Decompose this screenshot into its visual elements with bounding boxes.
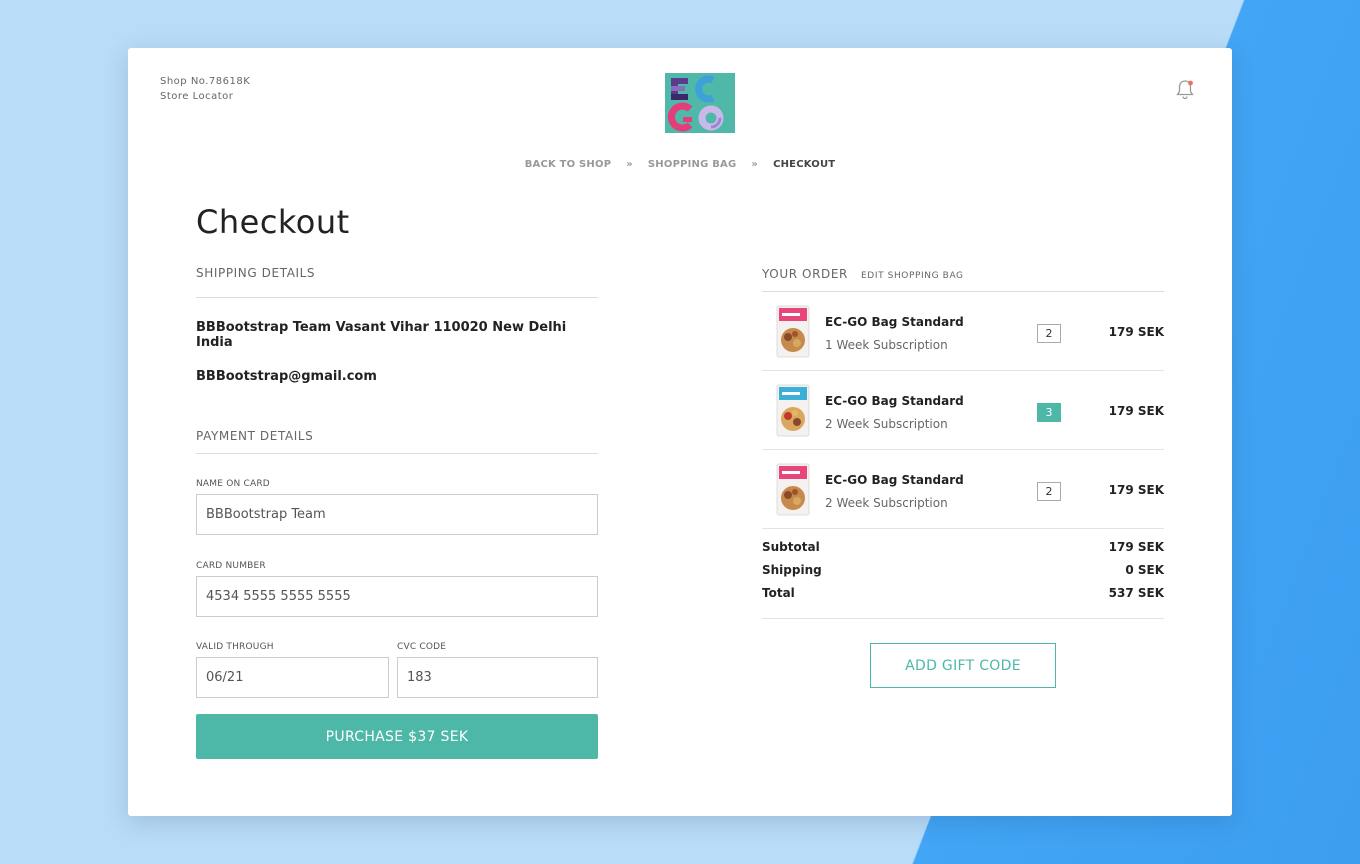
item-price: 179 SEK	[1108, 483, 1164, 497]
product-thumbnail	[776, 463, 810, 516]
ecgo-logo[interactable]	[665, 73, 735, 133]
valid-through-group: VALID THROUGH	[196, 642, 389, 698]
breadcrumb-checkout: CHECKOUT	[773, 159, 836, 170]
item-name: EC-GO Bag Standard	[825, 394, 964, 408]
item-name: EC-GO Bag Standard	[825, 473, 964, 487]
name-on-card-input[interactable]	[196, 494, 598, 535]
order-item: EC-GO Bag Standard 2 Week Subscription 2…	[762, 450, 1164, 529]
shipping-value: 0 SEK	[1125, 562, 1164, 577]
cvc-code-input[interactable]	[397, 657, 598, 698]
bell-icon[interactable]	[1174, 78, 1196, 100]
breadcrumb: BACK TO SHOP » SHOPPING BAG » CHECKOUT	[128, 159, 1232, 170]
cvc-group: CVC CODE	[397, 642, 598, 698]
subtotal-value: 179 SEK	[1108, 539, 1164, 554]
subtotal-row: Subtotal 179 SEK	[762, 535, 1164, 558]
quantity-box[interactable]: 2	[1037, 324, 1061, 343]
divider	[196, 453, 598, 454]
checkout-form: SHIPPING DETAILS BBBootstrap Team Vasant…	[196, 266, 598, 759]
page-title: Checkout	[196, 203, 350, 241]
subtotal-label: Subtotal	[762, 539, 820, 554]
shipping-row: Shipping 0 SEK	[762, 558, 1164, 581]
shipping-details-heading: SHIPPING DETAILS	[196, 266, 316, 280]
breadcrumb-separator: »	[626, 159, 633, 170]
item-name: EC-GO Bag Standard	[825, 315, 964, 329]
quantity-box[interactable]: 2	[1037, 482, 1061, 501]
cvc-code-label: CVC CODE	[397, 642, 447, 652]
divider	[196, 297, 598, 298]
valid-through-label: VALID THROUGH	[196, 642, 274, 652]
product-thumbnail	[776, 384, 810, 437]
total-label: Total	[762, 585, 795, 600]
your-order-heading: YOUR ORDER	[762, 267, 848, 281]
item-price: 179 SEK	[1108, 404, 1164, 418]
item-subscription: 1 Week Subscription	[825, 338, 948, 352]
card-number-label: CARD NUMBER	[196, 561, 266, 571]
item-subscription: 2 Week Subscription	[825, 417, 948, 431]
add-gift-code-button[interactable]: ADD GIFT CODE	[870, 643, 1056, 688]
shipping-address: BBBootstrap Team Vasant Vihar 110020 New…	[196, 320, 567, 350]
order-item: EC-GO Bag Standard 1 Week Subscription 2…	[762, 292, 1164, 371]
total-value: 537 SEK	[1108, 585, 1164, 600]
total-row: Total 537 SEK	[762, 581, 1164, 604]
card-number-input[interactable]	[196, 576, 598, 617]
expiry-cvc-row: VALID THROUGH CVC CODE	[196, 642, 598, 698]
shop-info: Shop No.78618K Store Locator	[160, 74, 250, 104]
purchase-button[interactable]: PURCHASE $37 SEK	[196, 714, 598, 759]
order-item: EC-GO Bag Standard 2 Week Subscription 3…	[762, 371, 1164, 450]
edit-shopping-bag-link[interactable]: EDIT SHOPPING BAG	[861, 271, 964, 281]
checkout-card: Shop No.78618K Store Locator BACK TO SHO…	[128, 48, 1232, 816]
valid-through-input[interactable]	[196, 657, 389, 698]
item-subscription: 2 Week Subscription	[825, 496, 948, 510]
shop-number: Shop No.78618K	[160, 76, 251, 87]
breadcrumb-back-to-shop[interactable]: BACK TO SHOP	[525, 159, 612, 170]
order-totals: Subtotal 179 SEK Shipping 0 SEK Total 53…	[762, 529, 1164, 619]
breadcrumb-shopping-bag[interactable]: SHOPPING BAG	[648, 159, 736, 170]
item-price: 179 SEK	[1108, 325, 1164, 339]
payment-details-heading: PAYMENT DETAILS	[196, 429, 314, 443]
order-items: EC-GO Bag Standard 1 Week Subscription 2…	[762, 292, 1164, 529]
order-summary: YOUR ORDER EDIT SHOPPING BAG EC-GO Bag S…	[762, 266, 1164, 688]
quantity-box[interactable]: 3	[1037, 403, 1061, 422]
shipping-label: Shipping	[762, 562, 822, 577]
product-thumbnail	[776, 305, 810, 358]
shipping-email: BBBootstrap@gmail.com	[196, 369, 377, 384]
name-on-card-label: NAME ON CARD	[196, 479, 270, 489]
store-locator-link[interactable]: Store Locator	[160, 89, 250, 104]
order-header: YOUR ORDER EDIT SHOPPING BAG	[762, 267, 1164, 281]
breadcrumb-separator: »	[751, 159, 759, 170]
